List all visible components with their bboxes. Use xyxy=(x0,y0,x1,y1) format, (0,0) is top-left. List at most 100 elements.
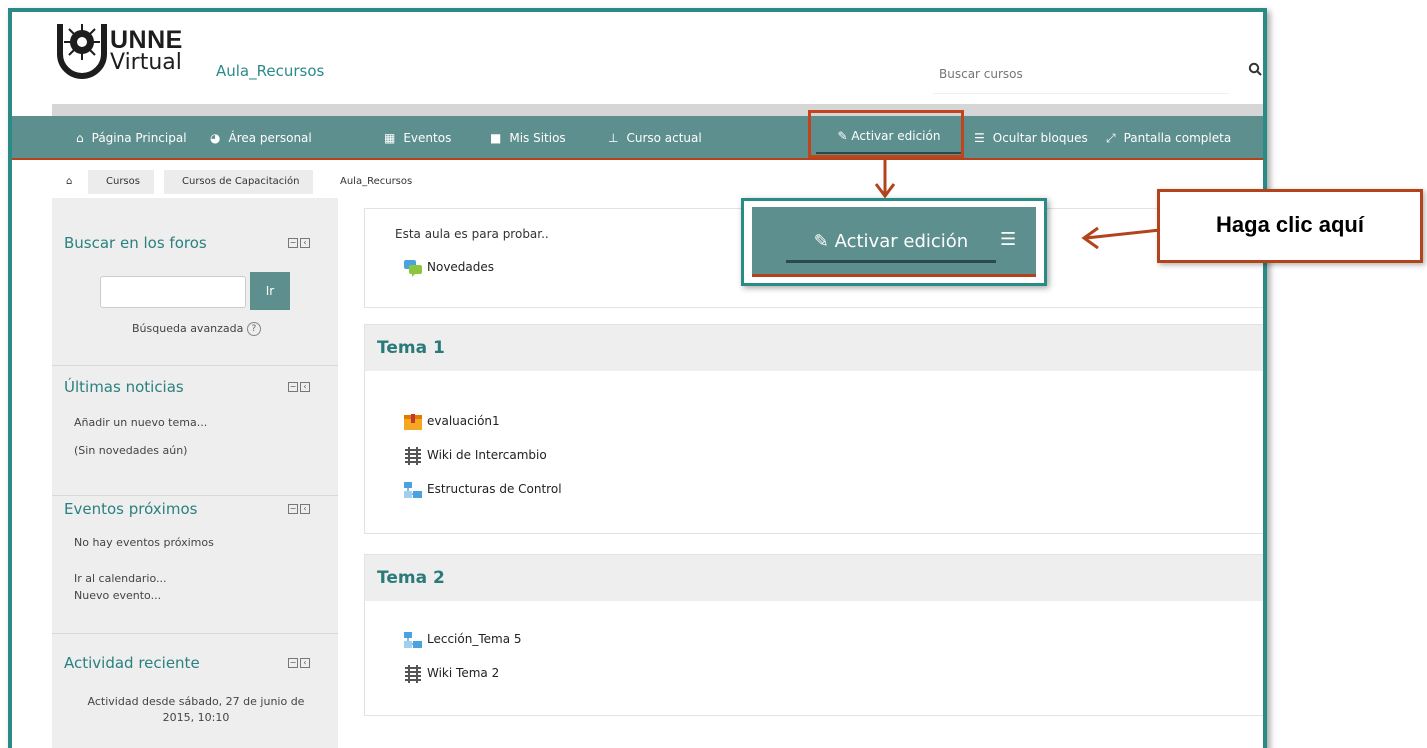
section-title: Tema 2 xyxy=(377,568,445,588)
briefcase-icon: ■ xyxy=(490,131,502,145)
nav-label: Área personal xyxy=(228,131,312,145)
activity-name: Wiki de Intercambio xyxy=(427,448,547,462)
dock-icon[interactable]: ‹ xyxy=(300,382,310,392)
block-controls[interactable]: − ‹ xyxy=(288,504,314,516)
collapse-icon[interactable]: − xyxy=(288,238,298,248)
dock-icon[interactable]: ‹ xyxy=(300,504,310,514)
nav-item-dashboard[interactable]: ◕ Área personal xyxy=(210,116,312,160)
hide-blocks-icon: ☰ xyxy=(974,131,985,145)
lesson-icon xyxy=(404,481,422,498)
forum-icon xyxy=(404,259,422,277)
site-header: UNNE Virtual Aula_Recursos xyxy=(12,12,1263,104)
logo-emblem-icon xyxy=(57,24,107,79)
block-controls[interactable]: − ‹ xyxy=(288,658,314,670)
dock-icon[interactable]: ‹ xyxy=(300,238,310,248)
breadcrumb-item[interactable]: Cursos xyxy=(88,170,154,194)
activity-wiki[interactable]: Wiki de Intercambio xyxy=(403,445,547,465)
dashboard-icon: ◕ xyxy=(210,131,221,145)
nav-item-my-sites[interactable]: ■ Mis Sitios xyxy=(490,116,566,160)
collapse-icon[interactable]: − xyxy=(288,658,298,668)
highlight-box xyxy=(808,110,964,158)
block-controls[interactable]: − ‹ xyxy=(288,382,314,394)
fullscreen-label: Pantalla completa xyxy=(1123,131,1232,145)
collapse-icon[interactable]: − xyxy=(288,504,298,514)
forum-search-input[interactable] xyxy=(100,276,246,308)
activity-name: Novedades xyxy=(427,260,495,274)
wiki-icon xyxy=(405,446,421,465)
block-latest-news: Últimas noticias − ‹ Añadir un nuevo tema… xyxy=(52,366,338,496)
left-sidebar: Buscar en los foros − ‹ Ir Búsqueda avanz… xyxy=(52,198,338,748)
advanced-search-label: Búsqueda avanzada xyxy=(132,322,244,335)
new-event-link[interactable]: Nuevo evento... xyxy=(74,589,161,602)
main-navbar: ⌂ Página Principal ◕ Área personal ▦ Evento… xyxy=(12,116,1263,160)
instruction-callout: Haga clic aquí xyxy=(1157,189,1423,263)
course-summary: Esta aula es para probar.. xyxy=(395,227,549,241)
section-header: Tema 2 xyxy=(365,555,1263,601)
activity-name: Wiki Tema 2 xyxy=(427,666,500,680)
calendar-icon: ▦ xyxy=(384,131,396,145)
home-icon: ⌂ xyxy=(76,131,84,145)
nav-item-events[interactable]: ▦ Eventos xyxy=(384,116,451,160)
activity-forum-novedades[interactable]: Novedades xyxy=(403,257,494,277)
activity-name: evaluación1 xyxy=(427,414,500,428)
expand-icon: ⤢ xyxy=(1106,131,1116,145)
zoomed-edit-label: Activar edición xyxy=(834,231,969,252)
section-tema-1: Tema 1 evaluación1 Wiki de Intercambio E… xyxy=(364,324,1263,534)
hide-blocks-button[interactable]: ☰ Ocultar bloques xyxy=(974,116,1088,160)
activity-name: Lección_Tema 5 xyxy=(427,632,522,646)
zoomed-edit-preview: ✎ Activar edición ☰ xyxy=(741,198,1047,286)
breadcrumb-home-icon[interactable]: ⌂ xyxy=(66,170,72,194)
breadcrumb-item[interactable]: Cursos de Capacitación xyxy=(164,170,314,194)
wiki-icon xyxy=(405,664,421,683)
hide-blocks-label: Ocultar bloques xyxy=(992,131,1088,145)
activity-lesson[interactable]: Estructuras de Control xyxy=(403,479,562,499)
block-search-forums: Buscar en los foros − ‹ Ir Búsqueda avanz… xyxy=(52,198,338,366)
search-input[interactable] xyxy=(933,54,1229,94)
nav-item-home[interactable]: ⌂ Página Principal xyxy=(76,116,187,160)
recent-activity-since: Actividad desde sábado, 27 de junio de 2… xyxy=(87,695,305,724)
add-topic-link[interactable]: Añadir un nuevo tema... xyxy=(74,416,207,429)
collapse-icon[interactable]: − xyxy=(288,382,298,392)
logo-virtual-text: Virtual xyxy=(110,50,182,75)
nav-item-current-course[interactable]: ⊥ Curso actual xyxy=(608,116,702,160)
left-arrow-icon xyxy=(1081,226,1161,250)
breadcrumb: ⌂ Cursos Cursos de Capacitación Aula_Rec… xyxy=(52,162,1263,198)
nav-label: Curso actual xyxy=(626,131,702,145)
moodle-window: UNNE Virtual Aula_Recursos ⌂ Página Princ… xyxy=(8,8,1267,748)
block-title: Buscar en los foros xyxy=(64,234,207,252)
no-news-text: (Sin novedades aún) xyxy=(74,444,188,457)
assignment-icon xyxy=(404,413,422,430)
header-divider xyxy=(52,104,1263,116)
advanced-search-link[interactable]: Búsqueda avanzada ? xyxy=(132,322,261,336)
help-icon[interactable]: ? xyxy=(246,322,261,336)
unne-virtual-logo[interactable]: UNNE Virtual xyxy=(56,20,196,90)
calendar-link[interactable]: Ir al calendario... xyxy=(74,572,166,585)
dock-icon[interactable]: ‹ xyxy=(300,658,310,668)
block-title: Últimas noticias xyxy=(64,378,184,396)
zoomed-navbar: ✎ Activar edición ☰ xyxy=(752,207,1036,277)
nav-label: Eventos xyxy=(403,131,452,145)
site-name-link[interactable]: Aula_Recursos xyxy=(216,62,324,80)
fullscreen-button[interactable]: ⤢ Pantalla completa xyxy=(1106,116,1231,160)
block-upcoming-events: Eventos próximos − ‹ No hay eventos próxi… xyxy=(52,496,338,634)
nav-label: Página Principal xyxy=(91,131,187,145)
activity-wiki[interactable]: Wiki Tema 2 xyxy=(403,663,499,683)
callout-text: Haga clic aquí xyxy=(1216,212,1364,237)
breadcrumb-current: Aula_Recursos xyxy=(340,176,413,187)
block-recent-activity: Actividad reciente − ‹ Actividad desde sá… xyxy=(52,634,338,748)
search-icon[interactable] xyxy=(1243,62,1263,86)
course-content: Esta aula es para probar.. Novedades Tem… xyxy=(364,208,1263,748)
activity-lesson[interactable]: Lección_Tema 5 xyxy=(403,629,522,649)
sitemap-icon: ⊥ xyxy=(608,131,619,145)
hide-blocks-icon: ☰ xyxy=(1000,229,1017,250)
section-tema-2: Tema 2 Lección_Tema 5 Wiki Tema 2 xyxy=(364,554,1263,716)
forum-search-button[interactable]: Ir xyxy=(250,272,290,310)
activity-assignment[interactable]: evaluación1 xyxy=(403,411,500,431)
block-controls[interactable]: − ‹ xyxy=(288,238,314,250)
zoomed-activate-edit-button: ✎ Activar edición xyxy=(786,223,996,263)
edit-icon: ✎ xyxy=(813,231,835,252)
lesson-icon xyxy=(404,631,422,648)
activity-name: Estructuras de Control xyxy=(427,482,562,496)
block-title: Eventos próximos xyxy=(64,500,198,518)
down-arrow-icon xyxy=(874,158,896,199)
